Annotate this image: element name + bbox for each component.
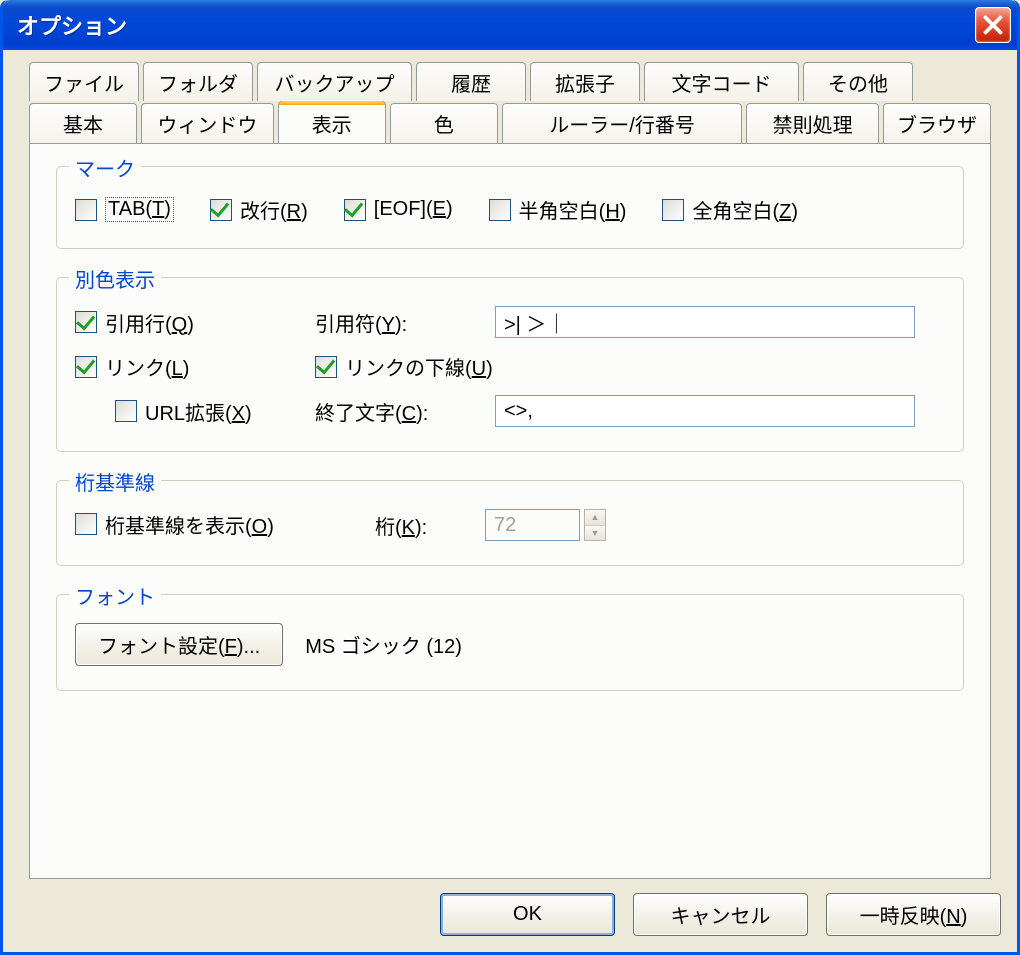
tab-文字コード[interactable]: 文字コード xyxy=(644,62,799,101)
ok-button[interactable]: OK xyxy=(440,893,615,936)
spinner-up-icon[interactable]: ▲ xyxy=(585,510,605,526)
checkbox-show-column-ruler[interactable]: 桁基準線を表示(O) xyxy=(75,510,274,539)
apply-button[interactable]: 一時反映(N) xyxy=(826,893,1001,936)
checkbox-tab[interactable]: TAB(T) xyxy=(75,197,174,222)
checkbox-half-space[interactable]: 半角空白(H) xyxy=(489,195,627,224)
tab-色[interactable]: 色 xyxy=(390,103,498,144)
tab-strip: ファイルフォルダバックアップ履歴拡張子文字コードその他 基本ウィンドウ表示色ルー… xyxy=(11,62,1009,144)
spinner-down-icon[interactable]: ▼ xyxy=(585,526,605,541)
quote-char-label: 引用符(Y): xyxy=(315,308,407,337)
column-input[interactable] xyxy=(485,509,580,541)
group-color-display: 別色表示 引用行(Q) 引用符(Y): リンク(L) リンクの下線(U) URL… xyxy=(56,277,964,452)
tab-バックアップ[interactable]: バックアップ xyxy=(257,62,412,101)
dialog-button-row: OK キャンセル 一時反映(N) xyxy=(11,879,1009,944)
checkbox-full-space[interactable]: 全角空白(Z) xyxy=(662,195,798,224)
quote-char-input[interactable] xyxy=(495,306,915,338)
font-settings-button[interactable]: フォント設定(F)... xyxy=(75,623,283,666)
tab-panel-display: マーク TAB(T) 改行(R) [EOF](E) 半角空白(H) 全角空白(Z… xyxy=(29,143,991,879)
group-font: フォント フォント設定(F)... MS ゴシック (12) xyxy=(56,594,964,691)
tab-ウィンドウ[interactable]: ウィンドウ xyxy=(141,103,274,144)
end-char-input[interactable] xyxy=(495,395,915,427)
options-dialog: オプション ファイルフォルダバックアップ履歴拡張子文字コードその他 基本ウィンド… xyxy=(0,0,1020,955)
tab-ブラウザ[interactable]: ブラウザ xyxy=(883,103,991,144)
client-area: ファイルフォルダバックアップ履歴拡張子文字コードその他 基本ウィンドウ表示色ルー… xyxy=(3,50,1017,952)
font-info-label: MS ゴシック (12) xyxy=(305,630,462,659)
tab-基本[interactable]: 基本 xyxy=(29,103,137,144)
column-spinner[interactable]: ▲ ▼ xyxy=(584,509,606,541)
tab-表示[interactable]: 表示 xyxy=(278,101,386,144)
tab-その他[interactable]: その他 xyxy=(803,62,913,101)
close-button[interactable] xyxy=(975,7,1011,43)
checkbox-link[interactable]: リンク(L) xyxy=(75,352,189,381)
tab-ファイル[interactable]: ファイル xyxy=(29,62,139,101)
group-mark: マーク TAB(T) 改行(R) [EOF](E) 半角空白(H) 全角空白(Z… xyxy=(56,166,964,249)
window-title: オプション xyxy=(17,9,975,41)
titlebar: オプション xyxy=(3,0,1017,50)
column-label: 桁(K): xyxy=(375,517,427,539)
checkbox-eof[interactable]: [EOF](E) xyxy=(344,198,453,221)
group-column-ruler: 桁基準線 桁基準線を表示(O) 桁(K): ▲ ▼ xyxy=(56,480,964,566)
checkbox-newline[interactable]: 改行(R) xyxy=(210,195,308,224)
group-column-legend: 桁基準線 xyxy=(69,467,161,496)
tab-禁則処理[interactable]: 禁則処理 xyxy=(746,103,879,144)
cancel-button[interactable]: キャンセル xyxy=(633,893,808,936)
group-font-legend: フォント xyxy=(69,581,161,610)
checkbox-quote-line[interactable]: 引用行(Q) xyxy=(75,308,194,337)
end-char-label: 終了文字(C): xyxy=(315,397,428,426)
checkbox-link-underline[interactable]: リンクの下線(U) xyxy=(315,352,493,381)
tab-履歴[interactable]: 履歴 xyxy=(416,62,526,101)
close-icon xyxy=(983,15,1003,35)
tab-フォルダ[interactable]: フォルダ xyxy=(143,62,253,101)
group-mark-legend: マーク xyxy=(69,153,141,182)
group-color-legend: 別色表示 xyxy=(69,264,161,293)
tab-ルーラー/行番号[interactable]: ルーラー/行番号 xyxy=(502,103,743,144)
checkbox-url-ext[interactable]: URL拡張(X) xyxy=(115,397,252,426)
tab-拡張子[interactable]: 拡張子 xyxy=(530,62,640,101)
